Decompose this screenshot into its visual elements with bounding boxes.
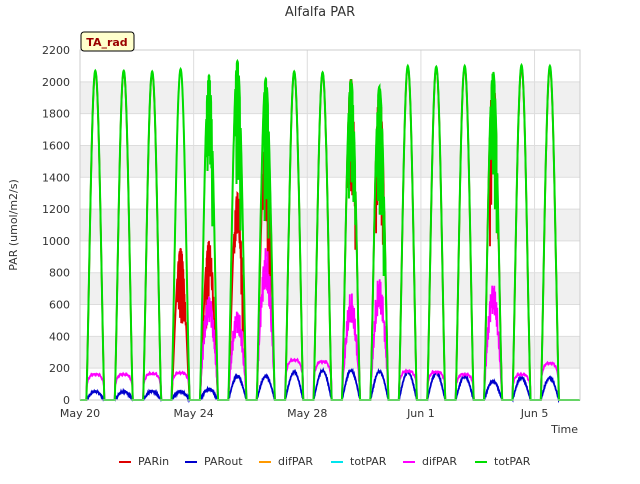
x-tick-label: Jun 5 [520, 407, 549, 420]
y-tick-label: 1600 [42, 139, 70, 152]
y-tick-label: 2200 [42, 44, 70, 57]
station-badge-label: TA_rad [86, 36, 127, 49]
y-tick-label: 1400 [42, 171, 70, 184]
y-tick-label: 400 [49, 330, 70, 343]
y-tick-label: 0 [63, 394, 70, 407]
legend-label: PARout [204, 455, 243, 468]
y-axis-label: PAR (umol/m2/s) [7, 179, 20, 271]
x-tick-label: Jun 1 [406, 407, 435, 420]
legend-label: PARin [138, 455, 169, 468]
station-badge: TA_rad [80, 31, 135, 52]
x-tick-label: May 28 [287, 407, 327, 420]
legend-label: difPAR [278, 455, 313, 468]
y-tick-label: 1000 [42, 235, 70, 248]
legend-label: difPAR [422, 455, 457, 468]
legend-label: totPAR [350, 455, 387, 468]
y-tick-label: 2000 [42, 76, 70, 89]
y-tick-label: 1800 [42, 108, 70, 121]
chart-title: Alfalfa PAR [285, 5, 355, 20]
x-axis-label: Time [550, 423, 578, 436]
chart-container: 0 200 400 600 800 1000 1200 1400 1600 1800 2000 220… [0, 0, 640, 480]
legend-label: totPAR [494, 455, 531, 468]
y-tick-label: 600 [49, 299, 70, 312]
y-tick-label: 1200 [42, 203, 70, 216]
y-tick-label: 200 [49, 362, 70, 375]
y-tick-label: 800 [49, 267, 70, 280]
x-tick-label: May 20 [60, 407, 100, 420]
chart-svg: 0 200 400 600 800 1000 1200 1400 1600 1800 2000 220… [0, 0, 640, 480]
plot-band [80, 209, 580, 241]
x-tick-label: May 24 [174, 407, 214, 420]
